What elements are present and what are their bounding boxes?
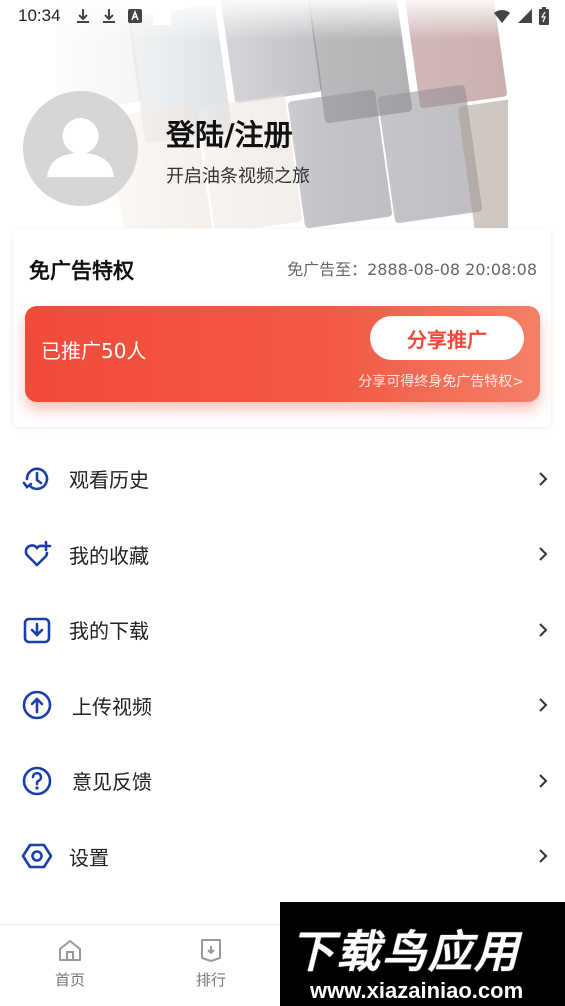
- menu-label: 意见反馈: [72, 770, 152, 795]
- watermark-url: www.xiazainiao.com: [310, 978, 524, 1003]
- menu-item-feedback[interactable]: 意见反馈: [0, 743, 565, 819]
- history-icon: [21, 463, 53, 495]
- menu-item-settings[interactable]: 设置: [0, 819, 565, 895]
- home-icon: [59, 940, 81, 961]
- menu-item-history[interactable]: 观看历史: [0, 441, 565, 517]
- download-icon: [75, 8, 91, 24]
- blank-square-icon: [152, 7, 171, 25]
- battery-icon: [539, 7, 549, 29]
- a-icon: [127, 8, 143, 24]
- menu-label: 观看历史: [69, 468, 149, 493]
- heart-plus-icon: [21, 538, 53, 570]
- menu-item-favorites[interactable]: 我的收藏: [0, 517, 565, 593]
- ad-free-title: 免广告特权: [29, 259, 134, 283]
- ad-free-expire: 免广告至：2888-08-08 20:08:08: [287, 260, 537, 279]
- status-bar: 10:34: [0, 0, 565, 32]
- settings-menu: 观看历史 我的收藏 我的下载 上传视频 意见反馈 设置: [0, 441, 565, 894]
- menu-label: 我的收藏: [69, 543, 149, 568]
- profile-subtitle: 开启油条视频之旅: [166, 166, 310, 187]
- upload-circle-icon: [21, 689, 53, 721]
- user-avatar-icon: [47, 118, 114, 177]
- promotion-count: 已推广50人: [41, 339, 147, 363]
- watermark-overlay: 下载鸟应用 www.xiazainiao.com: [280, 902, 565, 1006]
- login-register-link[interactable]: 登陆/注册: [166, 112, 293, 154]
- menu-label: 我的下载: [69, 619, 149, 644]
- promotion-banner: 已推广50人 分享推广 分享可得终身免广告特权>: [25, 306, 540, 402]
- settings-hexagon-icon: [21, 840, 53, 872]
- chevron-right-icon: [539, 472, 548, 486]
- nav-home[interactable]: 首页: [30, 937, 110, 990]
- share-tip-link[interactable]: 分享可得终身免广告特权>: [358, 371, 524, 391]
- chevron-right-icon: [539, 547, 548, 561]
- menu-label: 上传视频: [72, 694, 152, 719]
- wifi-icon: [493, 8, 511, 28]
- avatar[interactable]: [23, 91, 138, 206]
- download-icon: [101, 8, 117, 24]
- nav-ranking[interactable]: 排行: [171, 937, 251, 990]
- menu-label: 设置: [69, 845, 109, 870]
- cellular-signal-icon: [517, 8, 533, 28]
- status-time: 10:34: [18, 6, 61, 25]
- download-box-icon: [21, 614, 53, 646]
- menu-item-downloads[interactable]: 我的下载: [0, 592, 565, 668]
- nav-label: 首页: [54, 971, 85, 989]
- question-circle-icon: [21, 765, 53, 797]
- nav-label: 排行: [195, 971, 226, 989]
- chevron-right-icon: [539, 774, 548, 788]
- chevron-right-icon: [539, 849, 548, 863]
- watermark-logo: 下载鸟应用: [290, 927, 520, 978]
- chevron-right-icon: [539, 623, 548, 637]
- chevron-right-icon: [539, 698, 548, 712]
- ranking-icon: [201, 939, 221, 962]
- share-promote-button[interactable]: 分享推广: [370, 316, 524, 360]
- menu-item-upload[interactable]: 上传视频: [0, 668, 565, 744]
- ad-free-privilege-card: 免广告特权 免广告至：2888-08-08 20:08:08 已推广50人 分享…: [13, 229, 551, 427]
